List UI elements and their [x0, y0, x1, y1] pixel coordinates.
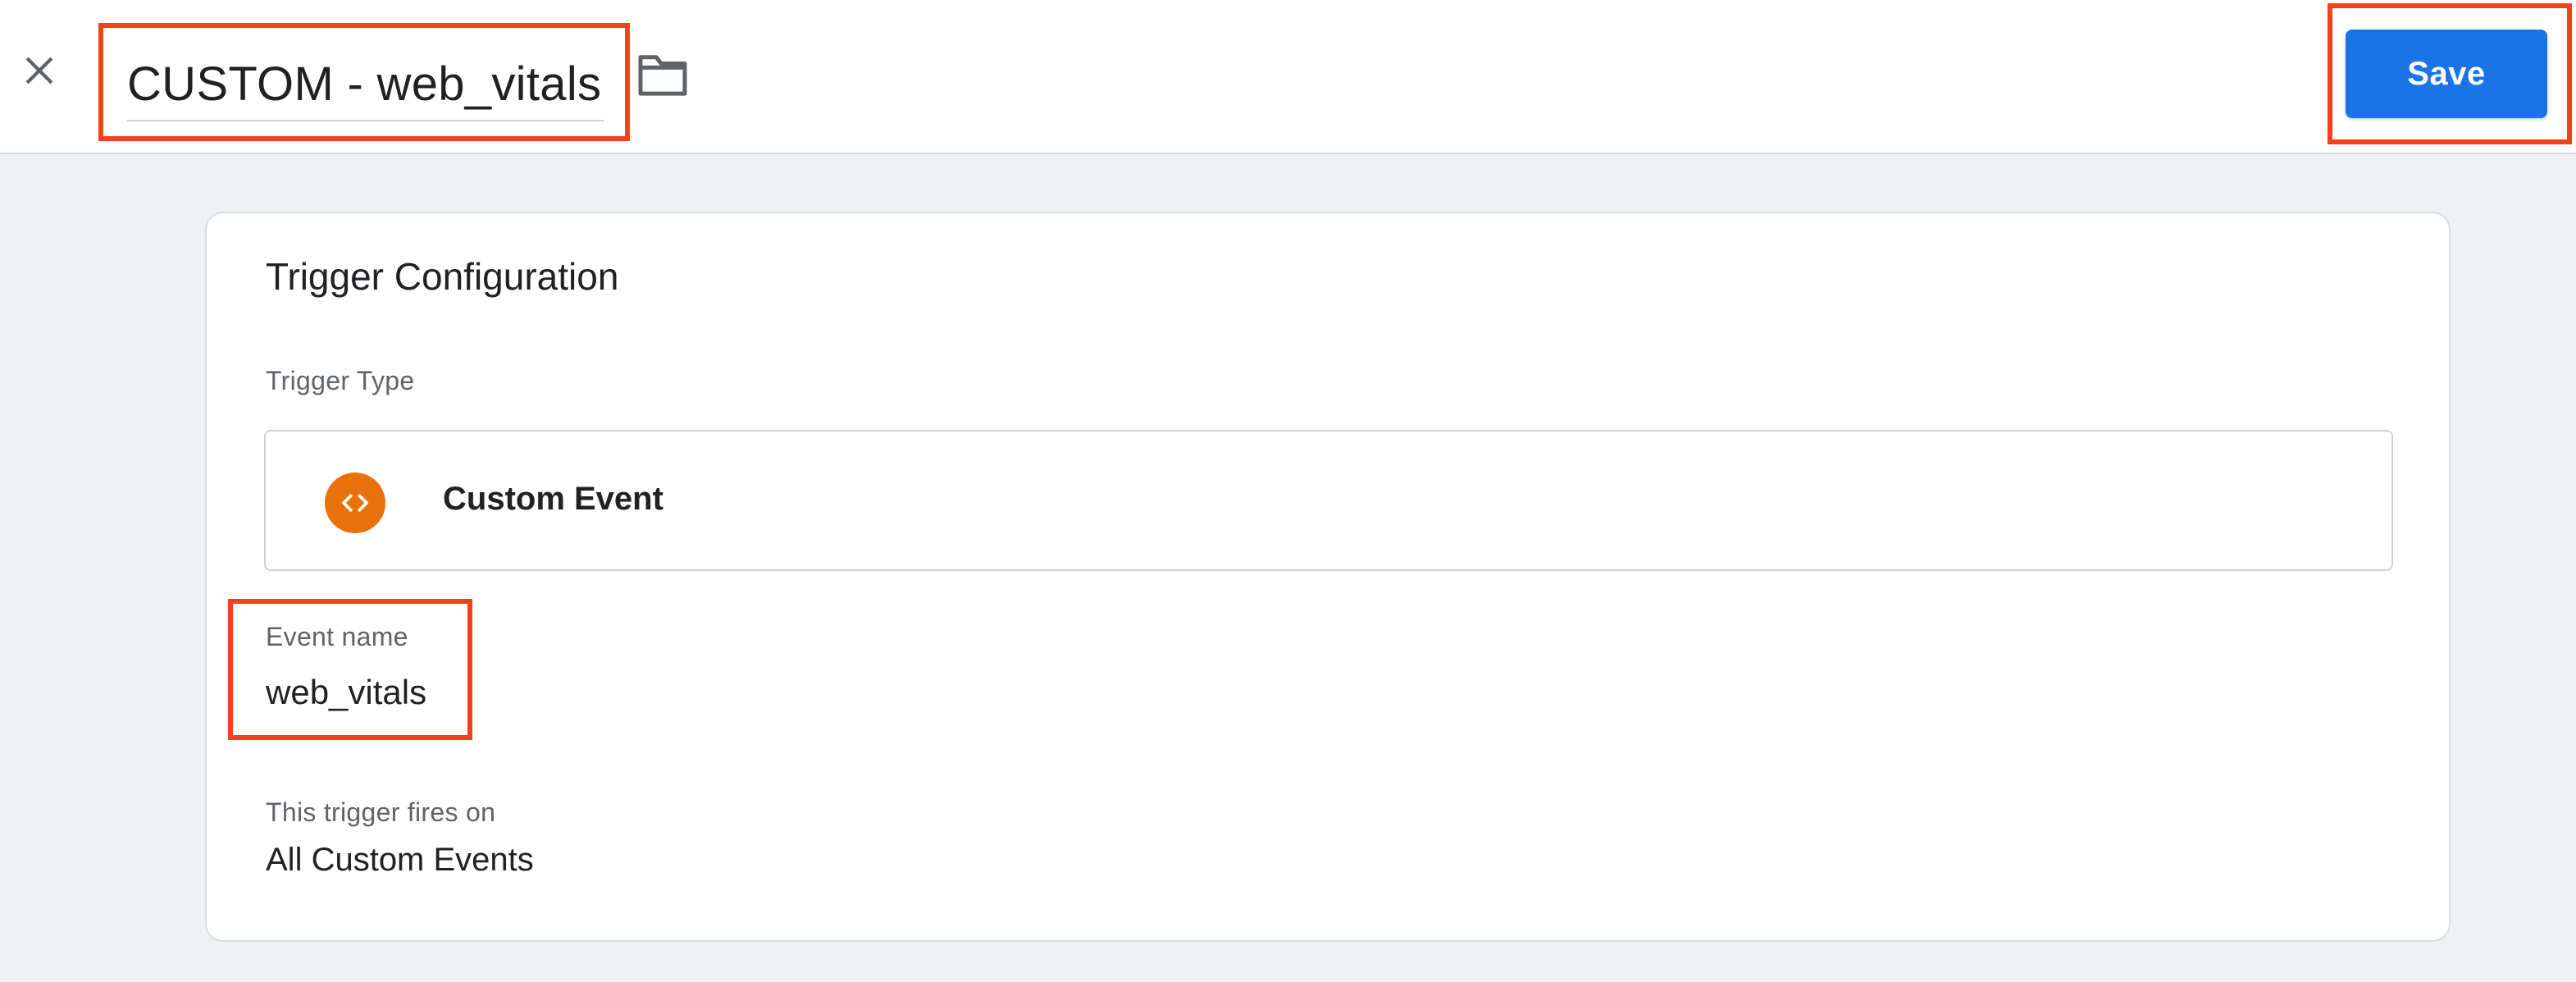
trigger-type-selector[interactable]: Custom Event [264, 430, 2393, 571]
event-name-label: Event name [266, 622, 408, 651]
trigger-type-name: Custom Event [443, 481, 663, 517]
code-brackets-icon [325, 473, 385, 533]
trigger-name-input[interactable] [127, 56, 604, 112]
trigger-name-field[interactable] [127, 48, 604, 121]
folder-icon [637, 53, 688, 101]
editor-header: Save [0, 0, 2576, 154]
trigger-type-label: Trigger Type [266, 366, 415, 395]
close-icon [21, 52, 58, 94]
save-button[interactable]: Save [2346, 30, 2547, 118]
folder-button[interactable] [635, 51, 691, 102]
event-name-annotation-box [228, 599, 472, 740]
event-name-value: web_vitals [266, 673, 427, 711]
fires-on-label: This trigger fires on [266, 797, 496, 827]
card-title: Trigger Configuration [266, 255, 619, 298]
fires-on-value: All Custom Events [266, 842, 534, 878]
close-button[interactable] [16, 49, 62, 95]
trigger-configuration-card: Trigger Configuration Trigger Type Custo… [205, 212, 2451, 942]
